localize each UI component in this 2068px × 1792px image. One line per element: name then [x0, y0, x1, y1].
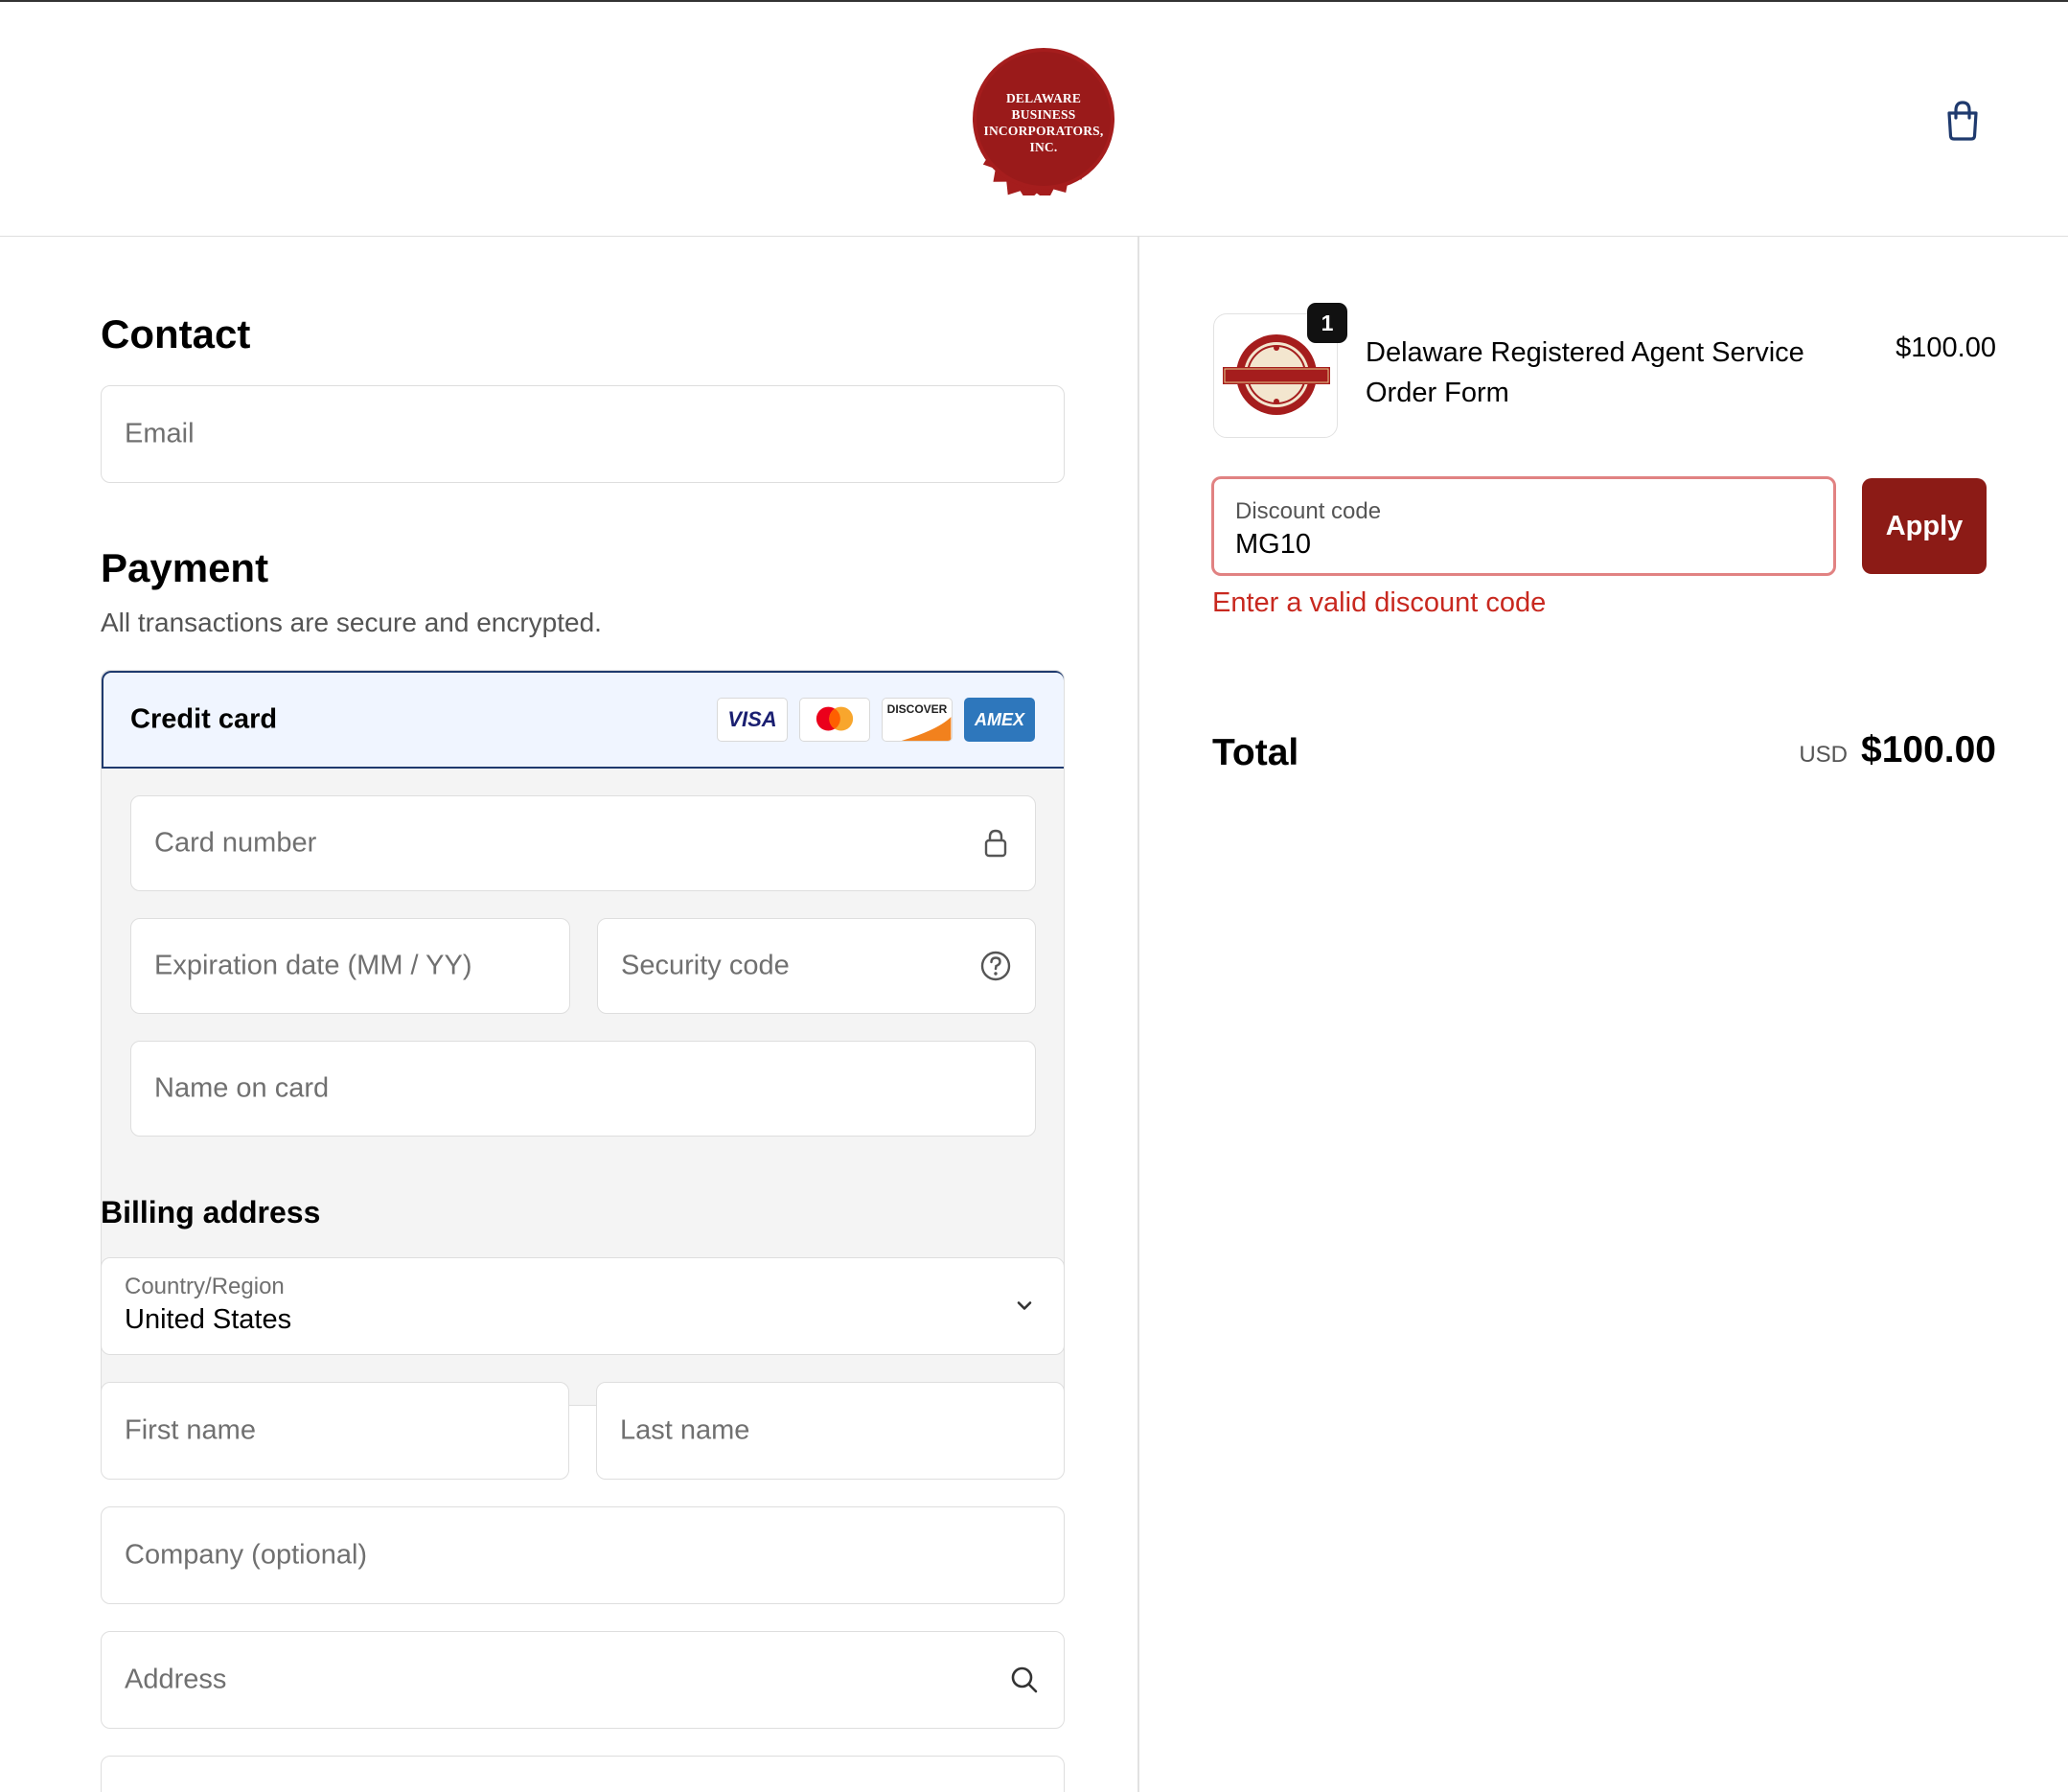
amex-icon: AMEX [964, 698, 1035, 742]
discover-icon: DISCOVER [882, 698, 953, 742]
discount-label: Discount code [1235, 498, 1382, 524]
quantity-badge: 1 [1307, 303, 1347, 343]
address-placeholder: Address [125, 1664, 227, 1695]
card-number-placeholder: Card number [154, 827, 317, 859]
order-summary: 1 Delaware Registered Agent Service Orde… [1139, 237, 2068, 1792]
item-title: Delaware Registered Agent Service Order … [1366, 337, 1804, 408]
payment-heading: Payment [101, 545, 269, 590]
currency-code: USD [1799, 742, 1849, 768]
total-value: USD $100.00 [1799, 729, 1996, 771]
seal-icon [1223, 334, 1330, 415]
email-field[interactable]: Email [101, 385, 1065, 483]
shopping-bag-icon [1947, 101, 1978, 141]
search-icon [1008, 1664, 1041, 1696]
total-amount: $100.00 [1861, 729, 1996, 770]
lock-icon [979, 827, 1012, 860]
expiration-field[interactable]: Expiration date (MM / YY) [130, 918, 570, 1014]
header: DELAWARE BUSINESS INCORPORATORS, INC. [0, 2, 2068, 237]
company-placeholder: Company (optional) [125, 1539, 368, 1571]
address-field[interactable]: Address [101, 1631, 1065, 1729]
help-icon[interactable] [979, 950, 1012, 982]
credit-card-option[interactable]: Credit card VISA DISCOVER AMEX [102, 671, 1064, 769]
discount-error: Enter a valid discount code [1212, 587, 1547, 618]
discount-value: MG10 [1235, 529, 1311, 560]
mastercard-icon [799, 698, 870, 742]
apply-button[interactable]: Apply [1862, 478, 1987, 574]
logo-text: DELAWARE BUSINESS INCORPORATORS, INC. [983, 91, 1104, 154]
email-placeholder: Email [125, 418, 195, 449]
first-name-placeholder: First name [125, 1414, 256, 1446]
billing-heading: Billing address [101, 1195, 321, 1229]
total-label: Total [1212, 732, 1299, 773]
item-price: $100.00 [1896, 333, 1996, 363]
discount-code-field[interactable]: Discount code MG10 [1211, 476, 1836, 576]
credit-card-label: Credit card [130, 703, 278, 735]
chevron-down-icon [1008, 1290, 1041, 1322]
security-code-field[interactable]: Security code [597, 918, 1036, 1014]
contact-heading: Contact [101, 311, 251, 356]
country-label: Country/Region [125, 1274, 285, 1299]
last-name-placeholder: Last name [620, 1414, 750, 1446]
security-code-placeholder: Security code [621, 950, 790, 981]
checkout-form: Contact Email Payment All transactions a… [0, 237, 1137, 1792]
first-name-field[interactable]: First name [101, 1382, 569, 1480]
apartment-field[interactable] [101, 1756, 1065, 1792]
expiration-placeholder: Expiration date (MM / YY) [154, 950, 472, 981]
card-number-field[interactable]: Card number [130, 795, 1036, 891]
name-on-card-placeholder: Name on card [154, 1072, 330, 1104]
payment-subtitle: All transactions are secure and encrypte… [101, 608, 602, 637]
company-field[interactable]: Company (optional) [101, 1506, 1065, 1604]
country-value: United States [125, 1304, 292, 1335]
brand-logo[interactable]: DELAWARE BUSINESS INCORPORATORS, INC. [967, 42, 1120, 195]
card-brand-logos: VISA DISCOVER AMEX [717, 698, 1035, 742]
name-on-card-field[interactable]: Name on card [130, 1041, 1036, 1137]
last-name-field[interactable]: Last name [596, 1382, 1065, 1480]
country-select[interactable]: Country/Region United States [101, 1257, 1065, 1355]
visa-icon: VISA [717, 698, 788, 742]
cart-button[interactable] [1940, 98, 1986, 144]
